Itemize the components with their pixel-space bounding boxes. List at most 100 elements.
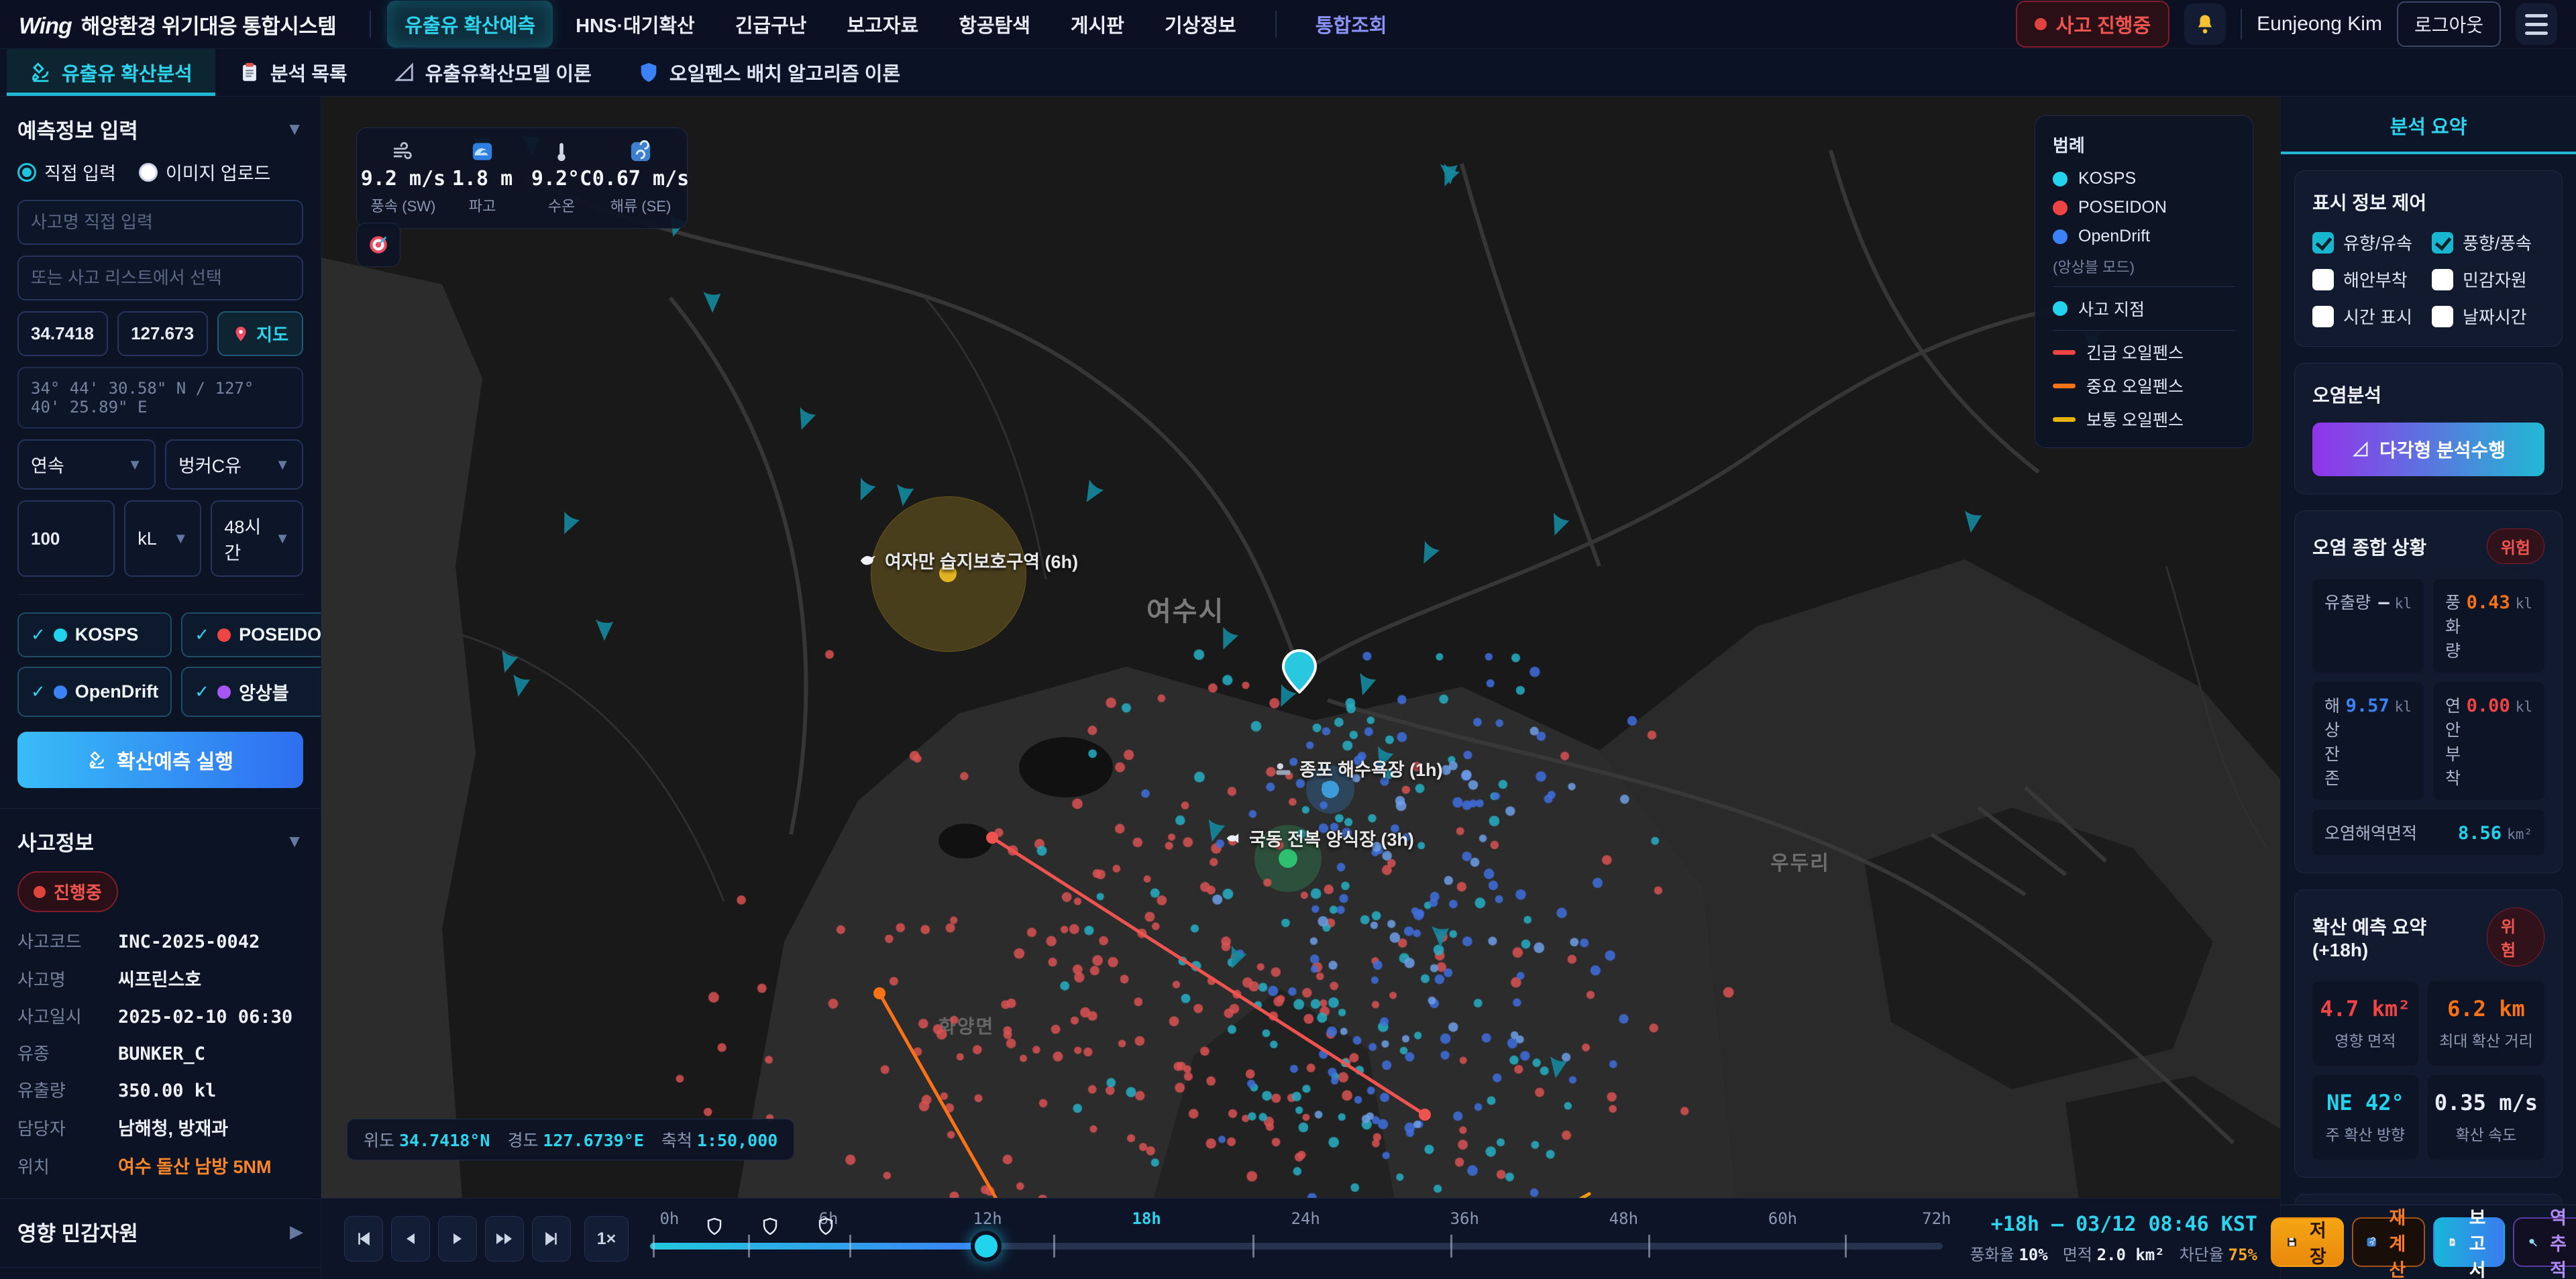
- skip-to-end-button[interactable]: [532, 1216, 571, 1262]
- boom-deploy-marker-icon[interactable]: [762, 1217, 778, 1236]
- spread-forecast-card: 확산 예측 요약 (+18h) 위험 4.7 km²영향 면적 6.2 km최대…: [2294, 889, 2563, 1178]
- recenter-target-button[interactable]: [356, 223, 400, 267]
- longitude-input[interactable]: [117, 311, 208, 356]
- stat-spilled: 유출량—kl: [2312, 579, 2424, 673]
- weathering-state-card: 유출유 풍화 상태 수면잔류 58% 증발 22% 분산 12%: [2294, 1194, 2563, 1205]
- summary-panel-scroll[interactable]: 표시 정보 제어 유향/유속 풍향/풍속 해안부착 민감자원 시간 표시 날짜시…: [2281, 154, 2576, 1205]
- summary-panel-title: 분석 요약: [2281, 97, 2576, 154]
- model-chip-opendrift[interactable]: ✓ OpenDrift: [17, 667, 172, 717]
- latitude-input[interactable]: [17, 311, 108, 356]
- oil-type-select[interactable]: 벙커C유 ▼: [165, 439, 303, 490]
- nav-item-aerial-search[interactable]: 항공탐색: [941, 1, 1048, 48]
- timeline-track[interactable]: [650, 1243, 1943, 1249]
- timeline-track-area[interactable]: 0h 6h 12h 18h 24h 36h 48h 60h 72h: [650, 1199, 1943, 1279]
- fast-forward-button[interactable]: [485, 1216, 524, 1262]
- weather-label: 수온: [548, 194, 575, 216]
- checkbox-sensitive-resource[interactable]: 민감자원: [2432, 267, 2544, 292]
- chevron-down-icon[interactable]: ▼: [286, 831, 303, 852]
- checkbox-unchecked-icon: [2312, 306, 2334, 327]
- notifications-button[interactable]: [2184, 3, 2226, 45]
- map-canvas[interactable]: 여수시 우두리 화양면: [321, 97, 2280, 1198]
- timeline-handle[interactable]: [971, 1231, 1002, 1262]
- legend-dot-poseidon: [2053, 201, 2068, 215]
- tab-label: 오일펜스 배치 알고리즘 이론: [669, 58, 900, 87]
- nav-item-rescue[interactable]: 긴급구난: [718, 1, 824, 48]
- left-sidebar[interactable]: 예측정보 입력 ▼ 직접 입력 이미지 업로드: [0, 97, 321, 1279]
- stat-value: 0.00: [2467, 696, 2510, 716]
- checkbox-datetime[interactable]: 날짜시간: [2432, 304, 2544, 329]
- skip-to-start-button[interactable]: [344, 1216, 383, 1262]
- save-button[interactable]: 저장: [2271, 1217, 2344, 1267]
- model-chip-ensemble[interactable]: ✓ 앙상블: [181, 667, 321, 717]
- nav-item-hns[interactable]: HNS·대기확산: [558, 1, 712, 48]
- checkbox-current-dir[interactable]: 유향/유속: [2312, 230, 2425, 255]
- pollution-analysis-card: 오염분석 다각형 분석수행: [2294, 363, 2563, 494]
- dms-coordinates: 34° 44' 30.58" N / 127° 40' 25.89" E: [17, 367, 303, 429]
- boom-deploy-marker-icon[interactable]: [706, 1217, 722, 1236]
- nav-item-reports[interactable]: 보고자료: [829, 1, 936, 48]
- set-square-icon: [393, 61, 416, 84]
- boom-deploy-marker-icon[interactable]: [818, 1217, 834, 1236]
- beach-marker-dot[interactable]: [1322, 781, 1339, 798]
- area-value: 2.0 km²: [2097, 1245, 2165, 1264]
- incident-location-pin[interactable]: [1282, 649, 1317, 693]
- model-label: 앙상블: [239, 679, 289, 705]
- incident-name-input[interactable]: [17, 200, 303, 245]
- alert-dot-icon: [2035, 18, 2047, 30]
- prediction-input-section: 예측정보 입력 ▼ 직접 입력 이미지 업로드: [0, 97, 321, 809]
- status-label: 진행중: [54, 879, 102, 904]
- chevron-right-icon[interactable]: ▶: [290, 1221, 303, 1242]
- legend-label: 사고 지점: [2078, 296, 2145, 321]
- nav-item-board[interactable]: 게시판: [1053, 1, 1142, 48]
- recalculate-button[interactable]: 재계산: [2352, 1217, 2425, 1267]
- run-prediction-button[interactable]: 확산예측 실행: [17, 732, 303, 788]
- incident-active-badge[interactable]: 사고 진행중: [2016, 1, 2169, 48]
- duration-select[interactable]: 48시간 ▼: [211, 500, 303, 577]
- legend-line-urgent: [2053, 350, 2076, 355]
- select-value: 연속: [31, 451, 64, 478]
- checkbox-label: 민감자원: [2463, 267, 2527, 292]
- tab-spill-analysis[interactable]: 유출유 확산분석: [7, 49, 215, 96]
- nav-item-integrated-search[interactable]: 통합조회: [1298, 1, 1405, 48]
- checkbox-wind-dir[interactable]: 풍향/풍속: [2432, 230, 2544, 255]
- playback-speed-button[interactable]: 1×: [584, 1216, 629, 1262]
- legend-dot-kosps: [2053, 172, 2068, 186]
- pick-on-map-button[interactable]: 지도: [217, 311, 303, 356]
- tab-model-theory[interactable]: 유출유확산모델 이론: [370, 49, 614, 96]
- stat-unit: kl: [2516, 699, 2532, 715]
- radio-unselected-icon: [139, 163, 158, 182]
- chevron-down-icon[interactable]: ▼: [286, 119, 303, 140]
- center-column: 여수시 우두리 화양면: [321, 97, 2280, 1279]
- step-back-button[interactable]: [391, 1216, 430, 1262]
- nav-item-oil-spill-forecast[interactable]: 유출유 확산예측: [387, 1, 553, 48]
- incident-amount: 350.00 kl: [118, 1080, 216, 1101]
- farm-marker-dot[interactable]: [1279, 849, 1297, 868]
- timeline-clock: +18h – 03/12 08:46 KST: [1970, 1213, 2257, 1236]
- model-chip-poseidon[interactable]: ✓ POSEIDON: [181, 612, 321, 657]
- report-button[interactable]: 보고서: [2433, 1217, 2505, 1267]
- stat-value: 8.56: [2458, 823, 2502, 844]
- play-button[interactable]: [438, 1216, 477, 1262]
- checkbox-time-display[interactable]: 시간 표시: [2312, 304, 2425, 329]
- tab-analysis-list[interactable]: 분석 목록: [215, 49, 370, 96]
- check-icon: ✓: [31, 681, 46, 702]
- unit-select[interactable]: kL ▼: [124, 500, 201, 577]
- incident-list-input[interactable]: [17, 256, 303, 300]
- checkbox-label: 해안부착: [2343, 267, 2408, 292]
- nav-item-weather[interactable]: 기상정보: [1147, 1, 1254, 48]
- tab-boom-algorithm-theory[interactable]: 오일펜스 배치 알고리즘 이론: [614, 49, 923, 96]
- affected-resources-section[interactable]: 영향 민감자원 ▶: [0, 1199, 321, 1268]
- model-chip-kosps[interactable]: ✓ KOSPS: [17, 612, 172, 657]
- radio-direct-input[interactable]: 직접 입력: [17, 159, 116, 185]
- checkbox-shore-attach[interactable]: 해안부착: [2312, 267, 2425, 292]
- select-value: 48시간: [224, 512, 268, 565]
- amount-input[interactable]: [17, 500, 115, 577]
- backtrack-button[interactable]: 역추적: [2513, 1217, 2576, 1267]
- polygon-analysis-button[interactable]: 다각형 분석수행: [2312, 423, 2544, 476]
- legend-label: 보통 오일펜스: [2086, 407, 2184, 431]
- spill-type-select[interactable]: 연속 ▼: [17, 439, 156, 490]
- input-mode-radios: 직접 입력 이미지 업로드: [17, 159, 303, 185]
- menu-button[interactable]: [2516, 3, 2557, 45]
- logout-button[interactable]: 로그아웃: [2397, 1, 2501, 47]
- radio-image-upload[interactable]: 이미지 업로드: [139, 159, 271, 185]
